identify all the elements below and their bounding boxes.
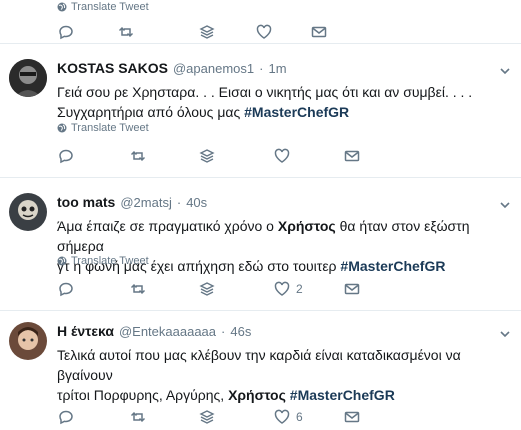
tweet-timestamp[interactable]: 1m xyxy=(268,61,286,76)
tweet-text-line: τρίτοι Πορφυρης, Αργύρης, Χρήστος #Maste… xyxy=(57,385,509,405)
retweet-button[interactable] xyxy=(118,24,134,40)
mail-icon xyxy=(344,411,360,423)
retweet-icon xyxy=(130,411,146,423)
mail-icon xyxy=(344,283,360,295)
reply-button[interactable] xyxy=(58,24,74,40)
tweet-text: Γειά σου ρε Χρησταρα. . . Εισαι ο νικητή… xyxy=(57,82,509,122)
like-count: 6 xyxy=(296,410,303,424)
like-button[interactable]: 2 xyxy=(274,281,303,297)
translate-tweet-link[interactable]: Translate Tweet xyxy=(57,255,149,267)
hashtag-link[interactable]: #MasterChefGR xyxy=(244,104,349,120)
stack-icon xyxy=(199,25,215,39)
separator-dot: · xyxy=(176,195,182,210)
globe-icon xyxy=(57,256,67,266)
chevron-down-icon[interactable] xyxy=(499,199,511,211)
tweet-text-line: Γειά σου ρε Χρησταρα. . . Εισαι ο νικητή… xyxy=(57,84,473,100)
globe-icon xyxy=(57,2,67,12)
user-handle[interactable]: @2matsj xyxy=(120,195,172,210)
heart-icon xyxy=(274,409,290,424)
reply-button[interactable] xyxy=(58,148,74,164)
message-button[interactable] xyxy=(311,24,327,40)
stack-button[interactable] xyxy=(199,409,215,425)
like-button[interactable] xyxy=(256,24,272,40)
stack-button[interactable] xyxy=(199,281,215,297)
translate-tweet-label: Translate Tweet xyxy=(71,255,149,267)
tweet-text-segment: τρίτοι Πορφυρης, Αργύρης, xyxy=(57,387,229,403)
avatar-image xyxy=(9,193,47,231)
tweet-text-line: Συγχαρητήρια από όλους μας #MasterChefGR xyxy=(57,102,509,122)
globe-icon xyxy=(57,123,67,133)
translate-tweet-label: Translate Tweet xyxy=(71,1,149,13)
like-button[interactable] xyxy=(274,148,290,164)
like-count: 2 xyxy=(296,282,303,296)
tweet-timestamp[interactable]: 46s xyxy=(230,324,251,339)
bold-keyword: Χρήστος xyxy=(228,387,286,403)
tweet-text-line: Άμα έπαιζε σε πραγματικό χρόνο ο Χρήστος… xyxy=(57,216,509,256)
separator-dot: · xyxy=(259,61,264,76)
retweet-icon xyxy=(118,26,134,38)
avatar-image xyxy=(9,59,47,97)
stack-button[interactable] xyxy=(199,148,215,164)
separator-dot: · xyxy=(221,324,226,339)
translate-tweet-link[interactable]: Translate Tweet xyxy=(57,122,149,134)
tweet-timestamp[interactable]: 40s xyxy=(186,195,207,210)
reply-icon xyxy=(59,25,73,40)
translate-tweet-label: Translate Tweet xyxy=(71,122,149,134)
avatar[interactable] xyxy=(9,322,47,360)
hashtag-link[interactable]: #MasterChefGR xyxy=(290,387,395,403)
chevron-down-icon[interactable] xyxy=(499,65,511,77)
tweet-card[interactable]: Η έντεκα @Entekaaaaaaa · 46s Τελικά αυτο… xyxy=(0,312,521,430)
retweet-button[interactable] xyxy=(130,148,146,164)
user-handle[interactable]: @apanemos1 xyxy=(173,61,254,76)
reply-icon xyxy=(59,149,73,164)
tweet-text-segment: Συγχαρητήρια από όλους μας xyxy=(57,104,245,120)
avatar-image xyxy=(9,322,47,360)
tweet-card[interactable]: KOSTAS SAKOS @apanemos1 · 1m Γειά σου ρε… xyxy=(0,45,521,178)
tweet-card[interactable]: too mats @2matsj · 40s Άμα έπαιζε σε πρα… xyxy=(0,179,521,311)
avatar[interactable] xyxy=(9,59,47,97)
reply-icon xyxy=(59,282,73,297)
tweet-text-line: Τελικά αυτοί που μας κλέβουν την καρδιά … xyxy=(57,347,461,383)
user-handle[interactable]: @Entekaaaaaaa xyxy=(119,324,216,339)
retweet-icon xyxy=(130,283,146,295)
chevron-down-icon[interactable] xyxy=(499,328,511,340)
stack-icon xyxy=(199,410,215,424)
like-button[interactable]: 6 xyxy=(274,409,303,425)
display-name[interactable]: Η έντεκα xyxy=(57,323,114,339)
avatar[interactable] xyxy=(9,193,47,231)
reply-button[interactable] xyxy=(58,281,74,297)
reply-button[interactable] xyxy=(58,409,74,425)
message-button[interactable] xyxy=(344,148,360,164)
retweet-button[interactable] xyxy=(130,281,146,297)
heart-icon xyxy=(256,24,272,39)
message-button[interactable] xyxy=(344,409,360,425)
mail-icon xyxy=(311,26,327,38)
mail-icon xyxy=(344,150,360,162)
tweet-text: Άμα έπαιζε σε πραγματικό χρόνο ο Χρήστος… xyxy=(57,216,509,276)
message-button[interactable] xyxy=(344,281,360,297)
previous-tweet-footer: Translate Tweet xyxy=(0,0,521,44)
retweet-icon xyxy=(130,150,146,162)
tweet-text: Τελικά αυτοί που μας κλέβουν την καρδιά … xyxy=(57,345,509,405)
retweet-button[interactable] xyxy=(130,409,146,425)
stack-icon xyxy=(199,149,215,163)
bold-keyword: Χρήστος xyxy=(277,218,336,234)
tweet-text-segment: Άμα έπαιζε σε πραγματικό χρόνο ο xyxy=(57,218,278,234)
translate-tweet-link[interactable]: Translate Tweet xyxy=(57,1,149,13)
display-name[interactable]: too mats xyxy=(57,194,115,210)
display-name[interactable]: KOSTAS SAKOS xyxy=(57,60,168,76)
stack-button[interactable] xyxy=(199,24,215,40)
heart-icon xyxy=(274,281,290,296)
reply-icon xyxy=(59,410,73,425)
heart-icon xyxy=(274,148,290,163)
stack-icon xyxy=(199,282,215,296)
hashtag-link[interactable]: #MasterChefGR xyxy=(340,258,445,274)
